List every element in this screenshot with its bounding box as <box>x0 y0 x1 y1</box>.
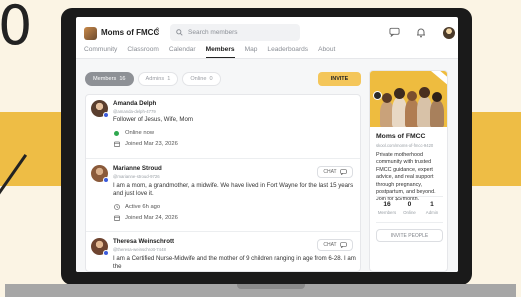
community-switch-icon[interactable]: ⇕ <box>154 26 161 35</box>
filter-label: Online <box>190 76 207 82</box>
invite-button[interactable]: INVITE <box>318 72 361 86</box>
community-url[interactable]: skool.com/moms-of-fmcc-9420 <box>376 143 433 148</box>
chat-icon <box>339 169 347 175</box>
filter-members[interactable]: Members 16 <box>85 72 134 86</box>
tab-classroom[interactable]: Classroom <box>127 46 159 58</box>
stat-members[interactable]: 16 Members <box>376 201 398 215</box>
user-avatar[interactable] <box>443 27 455 39</box>
tab-calendar[interactable]: Calendar <box>169 46 196 58</box>
nav-tabs: Community Classroom Calendar Members Map… <box>84 46 345 58</box>
community-name[interactable]: Moms of FMCC <box>101 28 159 37</box>
member-handle: @marianne-stroud-9726 <box>113 174 160 179</box>
tab-leaderboards[interactable]: Leaderboards <box>267 46 308 58</box>
filter-label: Admins <box>145 76 165 82</box>
cover-logo <box>373 91 382 100</box>
member-level-badge <box>103 250 109 256</box>
invite-people-button[interactable]: INVITE PEOPLE <box>376 229 443 242</box>
stat-online[interactable]: 0 Online <box>399 201 421 215</box>
member-joined-text: Joined Mar 24, 2026 <box>125 215 178 221</box>
member-filters: Members 16 Admins 1 Online 0 <box>85 72 221 86</box>
tab-community[interactable]: Community <box>84 46 117 58</box>
stat-value: 0 <box>407 201 412 208</box>
search-icon <box>176 29 183 36</box>
member-joined: Joined Mar 23, 2026 <box>113 141 178 147</box>
online-dot-icon <box>114 130 119 136</box>
stat-label: Online <box>403 210 416 215</box>
member-status: Active 6h ago <box>113 204 160 210</box>
members-page: Members 16 Admins 1 Online 0 INVITE Amanda … <box>76 59 458 272</box>
stat-label: Members <box>377 210 397 215</box>
laptop-notch <box>237 284 305 289</box>
filter-label: Members <box>93 76 117 82</box>
laptop-screen: Moms of FMCC ⇕ Community Classroom Calen… <box>76 17 458 272</box>
filter-count: 16 <box>119 76 126 82</box>
member-status: Online now <box>113 130 154 136</box>
filter-count: 1 <box>167 76 171 82</box>
member-level-badge <box>103 177 109 183</box>
cover-ribbon <box>430 71 447 90</box>
filter-count: 0 <box>209 76 213 82</box>
member-name[interactable]: Marianne Stroud <box>113 165 162 172</box>
member-status-text: Online now <box>125 130 155 136</box>
community-stats: 16 Members 0 Online 1 Admin <box>376 201 443 215</box>
card-divider <box>376 222 443 223</box>
list-item: Marianne Stroud @marianne-stroud-9726 CH… <box>86 159 360 232</box>
calendar-icon <box>113 215 120 221</box>
member-joined-text: Joined Mar 23, 2026 <box>125 141 178 147</box>
chat-label: CHAT <box>323 242 337 248</box>
chat-button[interactable]: CHAT <box>317 166 353 178</box>
tab-members[interactable]: Members <box>205 46 235 58</box>
chat-button[interactable]: CHAT <box>317 239 353 251</box>
stat-value: 16 <box>383 201 391 208</box>
tab-map[interactable]: Map <box>245 46 258 58</box>
member-bio: I am a mom, a grandmother, a midwife. We… <box>113 182 354 197</box>
chat-bubble-icon[interactable] <box>389 27 400 37</box>
chat-label: CHAT <box>323 169 337 175</box>
search-bar[interactable] <box>170 24 300 41</box>
filter-online[interactable]: Online 0 <box>182 72 221 86</box>
clock-icon <box>113 204 120 210</box>
bell-icon[interactable] <box>416 27 426 38</box>
background-glyph: 0 <box>0 0 33 57</box>
member-bio: Follower of Jesus, Wife, Mom <box>113 116 193 123</box>
list-item: Theresa Weinschrott @theresa-weinschrott… <box>86 232 360 271</box>
tab-about[interactable]: About <box>318 46 335 58</box>
member-list: Amanda Delph @amanda-delph-4779 Follower… <box>85 94 361 272</box>
member-level-badge <box>103 112 109 118</box>
community-logo[interactable] <box>84 27 97 40</box>
stat-value: 1 <box>430 201 434 208</box>
search-input[interactable] <box>188 29 288 36</box>
member-bio: I am a Certified Nurse-Midwife and the m… <box>113 255 356 270</box>
list-item: Amanda Delph @amanda-delph-4779 Follower… <box>86 95 360 159</box>
member-status-text: Active 6h ago <box>125 204 161 210</box>
stat-label: Admin <box>425 210 439 215</box>
top-bar: Moms of FMCC ⇕ <box>76 17 458 47</box>
stat-admin[interactable]: 1 Admin <box>421 201 443 215</box>
filter-admins[interactable]: Admins 1 <box>137 72 179 86</box>
card-divider <box>376 196 443 197</box>
calendar-icon <box>113 141 120 147</box>
community-cover-image[interactable] <box>370 71 447 127</box>
member-joined: Joined Mar 24, 2026 <box>113 215 178 221</box>
community-title: Moms of FMCC <box>376 133 426 140</box>
member-handle: @theresa-weinschrott-7448 <box>113 247 166 252</box>
chat-icon <box>339 242 347 248</box>
member-name[interactable]: Theresa Weinschrott <box>113 238 174 245</box>
community-card: Moms of FMCC skool.com/moms-of-fmcc-9420… <box>369 70 448 272</box>
member-handle: @amanda-delph-4779 <box>113 109 156 114</box>
member-name[interactable]: Amanda Delph <box>113 100 156 107</box>
